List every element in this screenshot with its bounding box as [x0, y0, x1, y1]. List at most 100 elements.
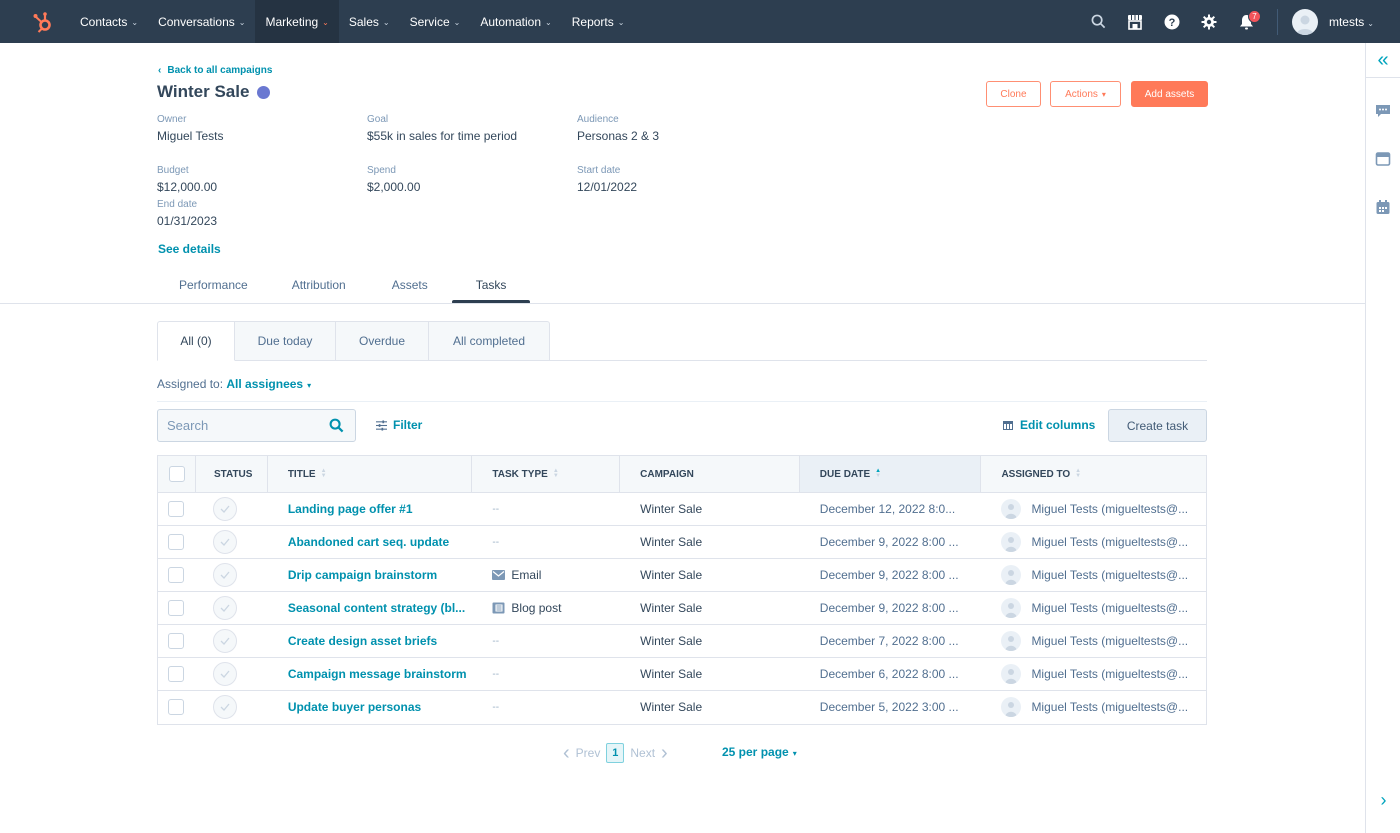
row-checkbox[interactable]	[168, 666, 184, 682]
end-date-field: End date 01/31/2023	[157, 199, 217, 228]
task-type-label: Blog post	[511, 601, 562, 615]
row-checkbox[interactable]	[168, 600, 184, 616]
collapse-sidebar-icon[interactable]: «	[1366, 43, 1400, 78]
subtab-overdue[interactable]: Overdue	[336, 321, 429, 361]
chevron-left-icon[interactable]: ‹	[563, 743, 570, 763]
marketplace-icon[interactable]	[1117, 0, 1154, 43]
chat-icon[interactable]	[1375, 103, 1391, 119]
complete-task-check-icon[interactable]	[212, 662, 237, 686]
complete-task-check-icon[interactable]	[212, 530, 237, 554]
due-date-cell: December 6, 2022 8:00 ...	[800, 658, 982, 690]
row-checkbox[interactable]	[168, 534, 184, 550]
nav-reports[interactable]: Reports ⌄	[562, 0, 635, 43]
nav-contacts[interactable]: Contacts ⌄	[70, 0, 148, 43]
start-date-value: 12/01/2022	[577, 180, 638, 194]
hubspot-logo-icon[interactable]	[28, 7, 58, 37]
task-title-link[interactable]: Create design asset briefs	[288, 634, 437, 648]
complete-task-check-icon[interactable]	[212, 497, 237, 521]
clone-button[interactable]: Clone	[986, 81, 1041, 107]
current-page[interactable]: 1	[606, 743, 625, 763]
chevron-down-icon: ⌄	[453, 18, 461, 27]
search-input[interactable]	[167, 418, 317, 433]
assignee-dropdown[interactable]: All assignees ▾	[226, 377, 311, 391]
chevron-down-icon: ⌄	[617, 18, 625, 27]
tab-assets[interactable]: Assets	[368, 270, 452, 304]
task-title-link[interactable]: Drip campaign brainstorm	[288, 568, 437, 582]
table-row: Create design asset briefs -- Winter Sale D…	[158, 625, 1206, 658]
chevron-down-icon: ⌄	[382, 18, 390, 27]
task-type-label: Email	[511, 568, 542, 582]
edit-columns-label: Edit columns	[1020, 418, 1096, 432]
search-icon[interactable]	[329, 418, 344, 438]
task-title-link[interactable]: Update buyer personas	[288, 700, 421, 714]
task-type-empty: --	[492, 668, 500, 680]
subtab-due-today[interactable]: Due today	[235, 321, 336, 361]
task-title-link[interactable]: Abandoned cart seq. update	[288, 535, 449, 549]
row-checkbox[interactable]	[168, 699, 184, 715]
nav-marketing[interactable]: Marketing ⌄	[255, 0, 339, 43]
create-task-button[interactable]: Create task	[1108, 409, 1207, 442]
see-details-link[interactable]: See details	[158, 242, 221, 256]
sort-ascending-icon[interactable]: ▲ ▼	[875, 468, 881, 479]
column-task-type[interactable]: TASK TYPE ▲ ▼	[472, 456, 621, 492]
campaign-cell: Winter Sale	[620, 658, 800, 690]
notifications-icon[interactable]: 7	[1228, 0, 1265, 43]
task-type-cell: --	[472, 493, 620, 525]
complete-task-check-icon[interactable]	[212, 596, 237, 620]
back-link-label: Back to all campaigns	[167, 65, 273, 76]
chevron-right-icon[interactable]: ›	[661, 743, 668, 763]
complete-task-check-icon[interactable]	[212, 695, 237, 719]
sort-icon[interactable]: ▲ ▼	[321, 468, 327, 479]
back-to-campaigns-link[interactable]: ‹ Back to all campaigns	[158, 65, 272, 76]
playbook-icon[interactable]	[1375, 151, 1391, 167]
nav-automation[interactable]: Automation ⌄	[470, 0, 561, 43]
tab-tasks[interactable]: Tasks	[451, 270, 531, 304]
complete-task-check-icon[interactable]	[212, 629, 237, 653]
complete-task-check-icon[interactable]	[212, 563, 237, 587]
tab-performance[interactable]: Performance	[157, 270, 270, 304]
task-filter-tabs: All (0) Due today Overdue All completed	[157, 321, 550, 361]
subtab-all[interactable]: All (0)	[157, 321, 235, 361]
help-icon[interactable]: ?	[1154, 0, 1191, 43]
select-all-checkbox[interactable]	[169, 466, 185, 482]
column-due-date[interactable]: DUE DATE ▲ ▼	[799, 456, 982, 492]
campaign-name: Winter Sale	[640, 634, 703, 648]
nav-service[interactable]: Service ⌄	[400, 0, 471, 43]
campaign-cell: Winter Sale	[620, 559, 800, 591]
end-date-value: 01/31/2023	[157, 214, 218, 228]
per-page-dropdown[interactable]: 25 per page ▾	[722, 745, 797, 759]
nav-conversations[interactable]: Conversations ⌄	[148, 0, 255, 43]
column-assigned-to[interactable]: ASSIGNED TO ▲ ▼	[981, 456, 1206, 492]
task-type-empty: --	[492, 701, 500, 713]
row-select-cell	[158, 493, 196, 525]
sort-icon[interactable]: ▲ ▼	[1075, 468, 1081, 479]
status-cell	[196, 658, 268, 690]
user-avatar[interactable]	[1291, 8, 1318, 35]
row-checkbox[interactable]	[168, 501, 184, 517]
actions-button[interactable]: Actions ▾	[1050, 81, 1121, 107]
row-checkbox[interactable]	[168, 567, 184, 583]
row-checkbox[interactable]	[168, 633, 184, 649]
next-page-button[interactable]: Next	[630, 746, 655, 760]
filter-button[interactable]: Filter	[376, 418, 422, 432]
search-icon[interactable]	[1080, 0, 1117, 43]
campaign-color-dot	[257, 85, 271, 99]
nav-label: Conversations	[158, 14, 235, 29]
edit-columns-button[interactable]: Edit columns	[1003, 418, 1095, 432]
nav-sales[interactable]: Sales ⌄	[339, 0, 400, 43]
subtab-all-completed[interactable]: All completed	[429, 321, 550, 361]
assigned-to-filter: Assigned to: All assignees ▾	[157, 377, 311, 391]
user-menu[interactable]: mtests ⌄	[1329, 15, 1374, 29]
add-assets-button[interactable]: Add assets	[1131, 81, 1208, 107]
tab-attribution[interactable]: Attribution	[270, 270, 368, 304]
column-title[interactable]: TITLE ▲ ▼	[268, 456, 473, 492]
due-date: December 12, 2022 8:0...	[819, 502, 956, 516]
calendar-icon[interactable]	[1375, 199, 1391, 215]
sort-icon[interactable]: ▲ ▼	[553, 468, 559, 479]
task-title-link[interactable]: Campaign message brainstorm	[288, 667, 467, 681]
prev-page-button[interactable]: Prev	[576, 746, 601, 760]
expand-sidebar-icon[interactable]: ›	[1366, 790, 1400, 811]
task-title-link[interactable]: Seasonal content strategy (bl...	[288, 601, 465, 615]
task-title-link[interactable]: Landing page offer #1	[288, 502, 413, 516]
settings-icon[interactable]	[1191, 0, 1228, 43]
